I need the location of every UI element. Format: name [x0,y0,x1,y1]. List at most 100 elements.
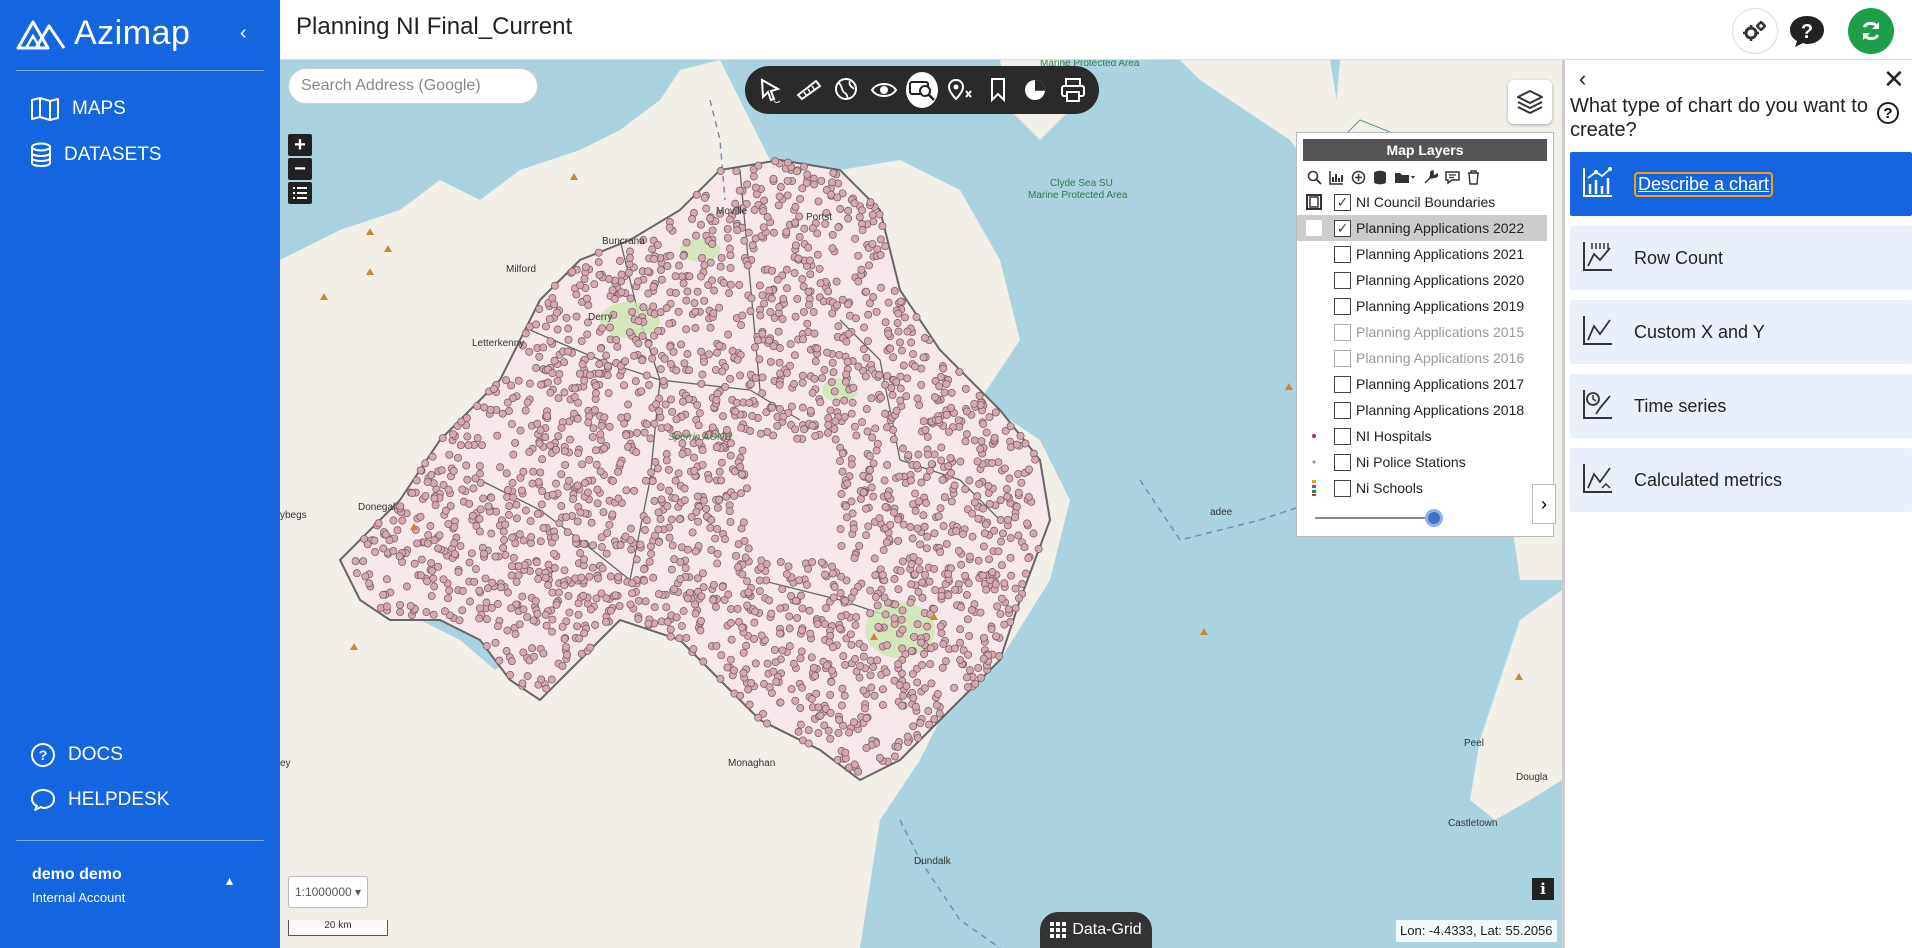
planning-point[interactable] [532,364,540,372]
planning-point[interactable] [659,377,668,385]
planning-point[interactable] [580,555,588,564]
planning-point[interactable] [813,229,822,238]
planning-point[interactable] [573,622,582,631]
planning-point[interactable] [697,220,705,229]
planning-point[interactable] [959,530,967,539]
planning-point[interactable] [624,400,633,409]
planning-point[interactable] [441,506,450,515]
planning-point[interactable] [698,370,707,379]
planning-point[interactable] [652,400,661,409]
planning-point[interactable] [864,310,873,319]
planning-point[interactable] [669,347,678,356]
planning-point[interactable] [428,452,437,461]
planning-point[interactable] [755,587,764,596]
planning-point[interactable] [898,701,906,710]
planning-point[interactable] [863,337,872,346]
planning-point[interactable] [550,300,559,309]
planning-point[interactable] [907,560,916,569]
planning-point[interactable] [899,361,908,370]
planning-point[interactable] [785,642,794,651]
planning-point[interactable] [444,594,452,603]
planning-point[interactable] [737,321,746,330]
planning-point[interactable] [718,367,727,376]
planning-point[interactable] [617,270,626,279]
planning-point[interactable] [654,327,663,336]
planning-point[interactable] [588,563,597,572]
planning-point[interactable] [926,660,935,669]
planning-point[interactable] [702,204,711,213]
planning-point[interactable] [713,503,722,512]
planning-point[interactable] [723,224,732,233]
planning-point[interactable] [1017,478,1026,487]
planning-point[interactable] [828,643,837,652]
planning-point[interactable] [717,651,726,660]
planning-point[interactable] [827,666,836,675]
planning-point[interactable] [614,494,623,503]
planning-point[interactable] [911,507,920,515]
planning-point[interactable] [632,555,641,564]
planning-point[interactable] [693,287,702,296]
planning-point[interactable] [743,180,752,189]
planning-point[interactable] [1006,422,1015,431]
planning-point[interactable] [645,381,653,389]
planning-point[interactable] [557,423,566,432]
planning-point[interactable] [883,641,892,650]
planning-point[interactable] [909,350,917,359]
planning-point[interactable] [709,596,718,605]
planning-point[interactable] [947,403,956,412]
planning-point[interactable] [566,435,574,444]
planning-point[interactable] [412,476,421,485]
planning-point[interactable] [867,683,876,692]
planning-point[interactable] [507,657,516,666]
planning-point[interactable] [1029,529,1038,538]
layer-row[interactable]: Ni Police Stations [1297,449,1553,475]
planning-point[interactable] [504,511,513,519]
planning-point[interactable] [538,487,547,496]
planning-point[interactable] [501,520,510,529]
planning-point[interactable] [855,541,864,550]
bookmark-tool-button[interactable] [982,72,1014,108]
nav-item-docs[interactable]: ? DOCS [30,742,123,768]
planning-point[interactable] [546,337,555,346]
planning-point[interactable] [826,708,835,717]
planning-point[interactable] [379,544,388,553]
planning-point[interactable] [716,674,725,683]
planning-point[interactable] [935,382,944,391]
planning-point[interactable] [584,418,593,427]
planning-point[interactable] [662,304,671,313]
planning-point[interactable] [698,446,707,455]
planning-point[interactable] [646,434,655,443]
planning-point[interactable] [574,449,583,458]
planning-point[interactable] [749,172,758,181]
planning-point[interactable] [600,444,609,453]
planning-point[interactable] [463,432,472,441]
planning-point[interactable] [544,581,553,590]
planning-point[interactable] [862,531,871,540]
planning-point[interactable] [750,206,759,214]
planning-point[interactable] [430,494,439,503]
planning-point[interactable] [791,218,800,227]
planning-point[interactable] [475,527,484,536]
planning-point[interactable] [785,624,794,633]
planning-point[interactable] [911,362,919,371]
planning-point[interactable] [599,508,608,517]
planning-point[interactable] [568,267,577,276]
planning-point[interactable] [518,592,527,601]
planning-point[interactable] [552,600,561,609]
zoom-out-button[interactable]: − [288,158,312,180]
planning-point[interactable] [706,214,714,223]
planning-point[interactable] [648,245,657,254]
layer-checkbox[interactable] [1334,349,1351,367]
planning-point[interactable] [546,388,555,397]
planning-point[interactable] [957,560,966,569]
planning-point[interactable] [664,486,673,495]
planning-point[interactable] [840,691,849,700]
planning-point[interactable] [937,591,946,600]
planning-point[interactable] [615,601,624,610]
planning-point[interactable] [724,330,733,339]
planning-point[interactable] [739,518,748,527]
planning-point[interactable] [515,620,524,629]
planning-point[interactable] [691,609,700,618]
planning-point[interactable] [679,397,687,406]
planning-point[interactable] [596,467,605,476]
